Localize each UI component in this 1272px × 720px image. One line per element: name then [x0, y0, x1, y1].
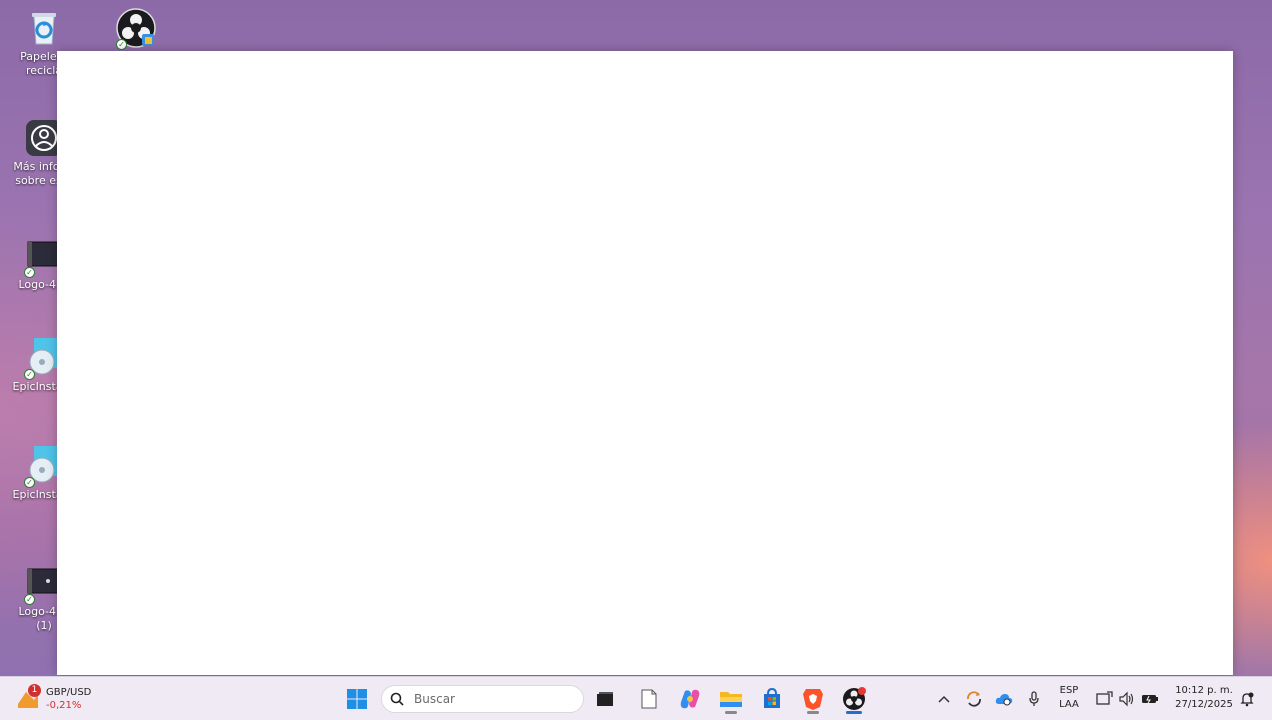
chevron-up-icon [938, 695, 950, 703]
sync-check-icon: ✓ [116, 39, 127, 50]
show-hidden-icons-button[interactable] [934, 689, 954, 709]
obs-taskbar-button[interactable] [838, 683, 870, 715]
task-view-icon [597, 692, 613, 706]
running-indicator [807, 711, 819, 714]
search-input[interactable]: Buscar [381, 685, 584, 713]
microphone-tray-button[interactable] [1024, 689, 1044, 709]
sync-check-icon: ✓ [24, 477, 35, 488]
windows-icon [347, 689, 367, 709]
app-window[interactable] [57, 51, 1233, 675]
clock-date: 27/12/2025 [1175, 699, 1233, 710]
running-indicator [725, 711, 737, 714]
store-button[interactable] [756, 683, 788, 715]
keyboard-layout: LAA [1059, 699, 1079, 710]
sync-check-icon: ✓ [24, 267, 35, 278]
recycle-bin-icon [24, 8, 64, 48]
sync-icon [967, 691, 981, 707]
volume-icon [1119, 691, 1134, 707]
sync-check-icon: ✓ [24, 594, 35, 605]
notification-bell-icon [1240, 692, 1254, 707]
task-view-button[interactable] [589, 683, 621, 715]
cloud-tray-button[interactable] [994, 689, 1014, 709]
copilot-button[interactable] [674, 683, 706, 715]
brave-icon [803, 689, 823, 710]
folder-icon [720, 692, 742, 707]
sync-check-icon: ✓ [24, 369, 35, 380]
market-icon: 1 [14, 684, 41, 712]
file-button[interactable] [633, 683, 665, 715]
language-code: ESP [1059, 685, 1079, 696]
widget-change: -0,21% [46, 700, 82, 711]
notifications-button[interactable] [1237, 689, 1257, 709]
network-icon [1096, 691, 1113, 705]
file-icon [641, 689, 657, 709]
obs-icon [843, 687, 866, 710]
file-explorer-button[interactable] [715, 683, 747, 715]
volume-tray-button[interactable] [1117, 689, 1137, 709]
notification-badge: 1 [28, 684, 41, 697]
active-indicator [846, 711, 862, 714]
search-icon [390, 692, 404, 706]
copilot-icon [680, 689, 700, 709]
search-placeholder: Buscar [414, 692, 455, 706]
sync-tray-button[interactable] [964, 689, 984, 709]
taskbar: 1 GBP/USD -0,21% Buscar ESP LAA 10:12 p.… [0, 676, 1272, 720]
brave-button[interactable] [797, 683, 829, 715]
battery-charging-icon [1142, 695, 1158, 704]
battery-tray-button[interactable] [1140, 689, 1160, 709]
store-icon [764, 688, 780, 708]
clock-time: 10:12 p. m. [1175, 685, 1233, 696]
start-button[interactable] [341, 683, 373, 715]
language-indicator[interactable]: ESP LAA [1054, 684, 1084, 712]
cloud-icon [995, 694, 1013, 706]
microphone-icon [1029, 691, 1039, 706]
widget-ticker: GBP/USD [46, 687, 92, 698]
widgets-button[interactable]: 1 GBP/USD -0,21% [14, 683, 104, 715]
obs-icon: ✓ [116, 8, 156, 50]
network-tray-button[interactable] [1094, 689, 1114, 709]
clock[interactable]: 10:12 p. m. 27/12/2025 [1168, 684, 1240, 712]
desktop-icon-obs[interactable]: ✓ [94, 8, 178, 50]
